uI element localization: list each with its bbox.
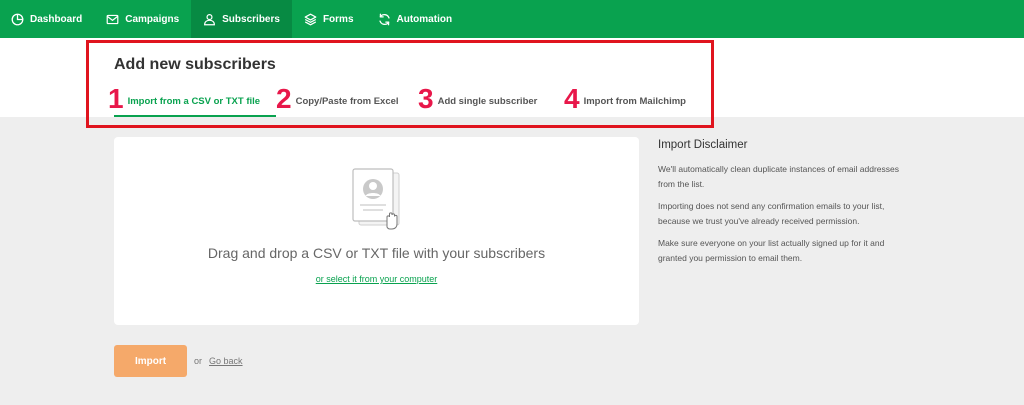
refresh-icon bbox=[378, 13, 390, 25]
layers-icon bbox=[304, 13, 317, 25]
mail-icon bbox=[106, 14, 119, 24]
nav-label: Automation bbox=[396, 13, 453, 25]
disclaimer-title: Import Disclaimer bbox=[658, 139, 748, 151]
tab-import-csv[interactable]: 1 Import from a CSV or TXT file bbox=[108, 80, 276, 117]
form-actions: Import or Go back bbox=[114, 345, 243, 377]
nav-label: Dashboard bbox=[30, 13, 83, 25]
top-nav: Dashboard Campaigns Subscribers Forms Au… bbox=[0, 0, 1024, 38]
tab-number: 3 bbox=[418, 82, 434, 114]
import-button[interactable]: Import bbox=[114, 345, 187, 377]
tab-number: 1 bbox=[108, 82, 124, 114]
import-disclaimer: Import Disclaimer We'll automatically cl… bbox=[658, 139, 908, 273]
dashboard-icon bbox=[11, 13, 24, 25]
tab-label: Import from a CSV or TXT file bbox=[127, 96, 261, 107]
tab-import-mailchimp[interactable]: 4 Import from Mailchimp bbox=[564, 80, 704, 117]
drop-instructions: Drag and drop a CSV or TXT file with you… bbox=[207, 245, 546, 261]
nav-item-forms[interactable]: Forms bbox=[292, 0, 366, 38]
or-separator: or bbox=[194, 356, 203, 366]
document-drag-icon bbox=[352, 168, 400, 230]
nav-item-automation[interactable]: Automation bbox=[366, 0, 465, 38]
select-file-link[interactable]: or select it from your computer bbox=[316, 274, 438, 284]
user-icon bbox=[204, 13, 216, 25]
tab-number: 4 bbox=[564, 82, 580, 114]
nav-item-campaigns[interactable]: Campaigns bbox=[94, 0, 191, 38]
import-tabs: 1 Import from a CSV or TXT file 2 Copy/P… bbox=[108, 80, 704, 117]
nav-label: Subscribers bbox=[222, 13, 280, 25]
disclaimer-paragraph: Importing does not send any confirmation… bbox=[658, 201, 885, 226]
page-title: Add new subscribers bbox=[114, 56, 276, 73]
tab-add-single-subscriber[interactable]: 3 Add single subscriber bbox=[418, 80, 564, 117]
disclaimer-paragraph: We'll automatically clean duplicate inst… bbox=[658, 164, 900, 189]
file-drop-zone[interactable]: Drag and drop a CSV or TXT file with you… bbox=[114, 137, 639, 325]
tab-number: 2 bbox=[276, 82, 292, 114]
nav-item-dashboard[interactable]: Dashboard bbox=[0, 0, 94, 38]
tab-copy-paste-excel[interactable]: 2 Copy/Paste from Excel bbox=[276, 80, 418, 117]
disclaimer-paragraph: Make sure everyone on your list actually… bbox=[658, 238, 885, 263]
tab-label: Copy/Paste from Excel bbox=[295, 96, 399, 107]
nav-label: Forms bbox=[322, 13, 354, 25]
go-back-link[interactable]: Go back bbox=[209, 356, 243, 366]
nav-item-subscribers[interactable]: Subscribers bbox=[191, 0, 292, 38]
nav-label: Campaigns bbox=[125, 13, 180, 25]
tab-label: Add single subscriber bbox=[437, 96, 538, 107]
select-file-link-wrapper: or select it from your computer bbox=[114, 274, 639, 284]
tab-label: Import from Mailchimp bbox=[583, 96, 686, 107]
